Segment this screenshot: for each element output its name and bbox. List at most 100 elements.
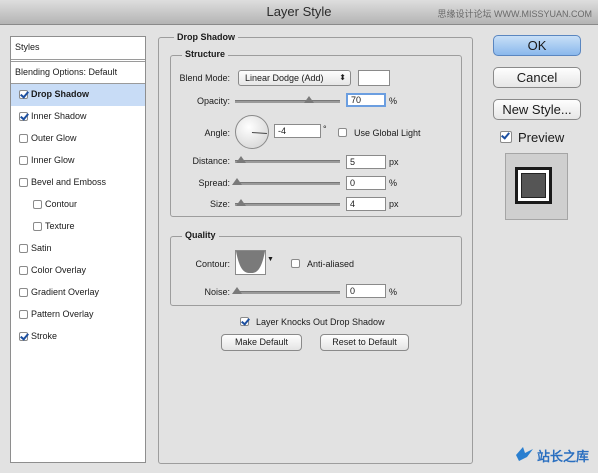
size-slider[interactable] bbox=[235, 203, 340, 206]
angle-needle bbox=[251, 132, 267, 135]
style-item-label: Bevel and Emboss bbox=[31, 177, 107, 187]
opacity-input[interactable]: 70 bbox=[346, 93, 386, 107]
drop-shadow-title: Drop Shadow bbox=[174, 32, 238, 42]
make-default-button[interactable]: Make Default bbox=[221, 334, 302, 351]
style-item-label: Texture bbox=[45, 221, 75, 231]
style-item-checkbox[interactable] bbox=[19, 310, 28, 319]
style-item-checkbox[interactable] bbox=[19, 266, 28, 275]
blend-mode-select[interactable]: Linear Dodge (Add) ⬍ bbox=[238, 70, 351, 86]
style-item-checkbox[interactable] bbox=[19, 178, 28, 187]
watermark-text: 思缘设计论坛 WWW.MISSYUAN.COM bbox=[437, 9, 593, 19]
style-item-checkbox[interactable] bbox=[19, 332, 28, 341]
style-item-bevel-and-emboss[interactable]: Bevel and Emboss bbox=[11, 172, 145, 194]
style-item-checkbox[interactable] bbox=[33, 200, 42, 209]
style-item-pattern-overlay[interactable]: Pattern Overlay bbox=[11, 304, 145, 326]
angle-input[interactable]: -4 bbox=[274, 124, 321, 138]
contour-picker[interactable] bbox=[235, 250, 266, 275]
opacity-slider[interactable] bbox=[235, 100, 340, 103]
style-item-checkbox[interactable] bbox=[19, 288, 28, 297]
opacity-label: Opacity: bbox=[196, 96, 230, 106]
style-item-checkbox[interactable] bbox=[19, 156, 28, 165]
quality-title: Quality bbox=[182, 230, 219, 240]
style-item-label: Inner Shadow bbox=[31, 111, 87, 121]
noise-slider[interactable] bbox=[235, 291, 340, 294]
noise-slider-thumb[interactable] bbox=[232, 287, 242, 294]
angle-dial[interactable] bbox=[235, 115, 269, 149]
noise-input[interactable]: 0 bbox=[346, 284, 386, 298]
blending-options-item[interactable]: Blending Options: Default bbox=[11, 62, 145, 83]
contour-label: Contour: bbox=[195, 259, 230, 269]
styles-list: Styles Blending Options: Default Drop Sh… bbox=[10, 36, 146, 463]
style-item-checkbox[interactable] bbox=[19, 90, 28, 99]
style-item-texture[interactable]: Texture bbox=[11, 216, 145, 238]
style-item-inner-shadow[interactable]: Inner Shadow bbox=[11, 106, 145, 128]
use-global-light-checkbox[interactable] bbox=[338, 128, 347, 137]
style-item-label: Pattern Overlay bbox=[31, 309, 94, 319]
bird-logo-icon bbox=[516, 447, 533, 461]
angle-unit: ° bbox=[323, 124, 327, 134]
spread-label: Spread: bbox=[198, 178, 230, 188]
size-unit: px bbox=[389, 199, 399, 209]
style-item-label: Stroke bbox=[31, 331, 58, 341]
style-item-satin[interactable]: Satin bbox=[11, 238, 145, 260]
style-item-checkbox[interactable] bbox=[33, 222, 42, 231]
noise-label: Noise: bbox=[204, 287, 230, 297]
style-item-label: Inner Glow bbox=[31, 155, 75, 165]
ok-button[interactable]: OK bbox=[493, 35, 581, 56]
style-item-color-overlay[interactable]: Color Overlay bbox=[11, 260, 145, 282]
distance-input[interactable]: 5 bbox=[346, 155, 386, 169]
spread-slider-thumb[interactable] bbox=[232, 178, 242, 185]
style-item-contour[interactable]: Contour bbox=[11, 194, 145, 216]
style-item-label: Contour bbox=[45, 199, 78, 209]
preview-square bbox=[515, 167, 552, 204]
spread-unit: % bbox=[389, 178, 398, 188]
layer-knocks-out-checkbox[interactable] bbox=[240, 317, 249, 326]
spread-input[interactable]: 0 bbox=[346, 176, 386, 190]
blend-mode-label: Blend Mode: bbox=[179, 73, 230, 83]
new-style-button[interactable]: New Style... bbox=[493, 99, 581, 120]
logo-text: 站长之库 bbox=[537, 450, 590, 465]
distance-slider[interactable] bbox=[235, 160, 340, 163]
preview-label[interactable]: Preview bbox=[518, 130, 564, 145]
style-item-inner-glow[interactable]: Inner Glow bbox=[11, 150, 145, 172]
style-item-stroke[interactable]: Stroke bbox=[11, 326, 145, 348]
chevron-updown-icon: ⬍ bbox=[339, 73, 346, 82]
spread-slider[interactable] bbox=[235, 182, 340, 185]
style-item-outer-glow[interactable]: Outer Glow bbox=[11, 128, 145, 150]
style-item-gradient-overlay[interactable]: Gradient Overlay bbox=[11, 282, 145, 304]
divider bbox=[11, 59, 145, 60]
anti-aliased-label[interactable]: Anti-aliased bbox=[307, 259, 354, 269]
style-item-label: Gradient Overlay bbox=[31, 287, 100, 297]
size-slider-thumb[interactable] bbox=[236, 199, 246, 206]
style-item-label: Outer Glow bbox=[31, 133, 77, 143]
contour-dropdown-icon[interactable]: ▼ bbox=[267, 256, 274, 263]
title-bar: Layer Style 思缘设计论坛 WWW.MISSYUAN.COM bbox=[0, 0, 598, 25]
size-input[interactable]: 4 bbox=[346, 197, 386, 211]
distance-slider-thumb[interactable] bbox=[236, 156, 246, 163]
anti-aliased-checkbox[interactable] bbox=[291, 259, 300, 268]
layer-knocks-out-label[interactable]: Layer Knocks Out Drop Shadow bbox=[256, 317, 385, 327]
style-item-label: Satin bbox=[31, 243, 52, 253]
preview-checkbox[interactable] bbox=[500, 131, 512, 143]
cancel-button[interactable]: Cancel bbox=[493, 67, 581, 88]
style-item-drop-shadow[interactable]: Drop Shadow bbox=[11, 84, 145, 106]
structure-title: Structure bbox=[182, 49, 229, 59]
style-item-checkbox[interactable] bbox=[19, 112, 28, 121]
style-item-label: Color Overlay bbox=[31, 265, 87, 275]
opacity-unit: % bbox=[389, 96, 398, 106]
blend-color-swatch[interactable] bbox=[358, 70, 390, 86]
blend-mode-value: Linear Dodge (Add) bbox=[245, 73, 324, 83]
distance-unit: px bbox=[389, 157, 399, 167]
noise-unit: % bbox=[389, 287, 398, 297]
distance-label: Distance: bbox=[192, 156, 230, 166]
opacity-slider-thumb[interactable] bbox=[303, 96, 314, 103]
size-label: Size: bbox=[209, 199, 230, 209]
style-item-checkbox[interactable] bbox=[19, 134, 28, 143]
style-preview-thumbnail bbox=[505, 153, 568, 220]
styles-header[interactable]: Styles bbox=[11, 37, 145, 58]
use-global-light-label[interactable]: Use Global Light bbox=[354, 128, 421, 138]
style-item-checkbox[interactable] bbox=[19, 244, 28, 253]
reset-to-default-button[interactable]: Reset to Default bbox=[320, 334, 409, 351]
style-item-label: Drop Shadow bbox=[31, 89, 89, 99]
site-logo: 站长之库 bbox=[515, 443, 593, 465]
